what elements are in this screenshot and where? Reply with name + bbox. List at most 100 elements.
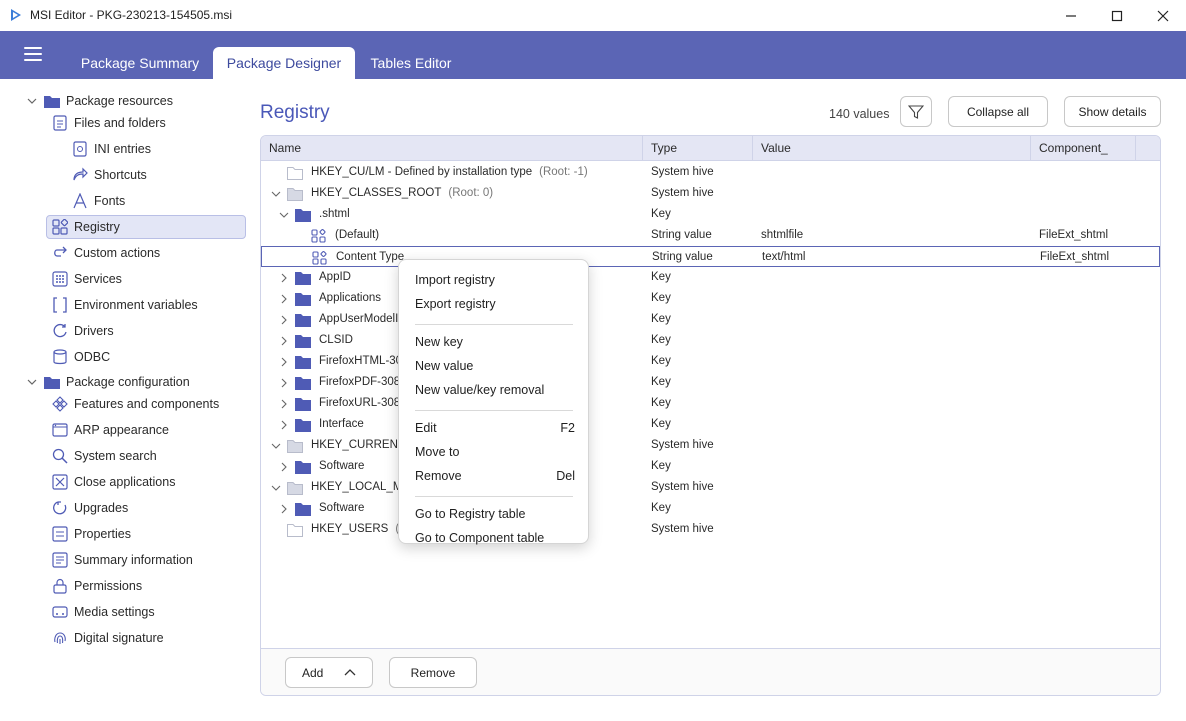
table-row[interactable]: Content Type String value text/html FileExt…	[261, 246, 1160, 267]
menu-item-export-registry[interactable]: Export registry	[415, 294, 575, 314]
close-button[interactable]	[1140, 0, 1186, 31]
cell-component	[1039, 477, 1144, 498]
sidebar-item-shortcuts[interactable]: Shortcuts	[72, 163, 147, 187]
table-row[interactable]: (Default) String value shtmlfile FileExt_sh…	[261, 225, 1160, 246]
column-header-component[interactable]: Component_	[1031, 136, 1136, 161]
sidebar-item-services[interactable]: Services	[52, 267, 122, 291]
table-row[interactable]: AppUserModelId Key	[261, 309, 1160, 330]
table-row[interactable]: HKEY_USERS(Root: 3)System hive	[261, 519, 1160, 540]
chevron-down-icon[interactable]	[271, 483, 281, 493]
sidebar-group-package-resources[interactable]: Package resources	[44, 89, 173, 113]
chevron-right-icon[interactable]	[279, 336, 289, 346]
column-header-value[interactable]: Value	[753, 136, 1031, 161]
sidebar-item-upgrades[interactable]: Upgrades	[52, 496, 128, 520]
menu-item-go-to-component-table[interactable]: Go to Component table	[415, 528, 575, 548]
chevron-right-icon[interactable]	[279, 399, 289, 409]
menu-item-import-registry[interactable]: Import registry	[415, 270, 575, 290]
table-row[interactable]: Interface Key	[261, 414, 1160, 435]
minimize-button[interactable]	[1048, 0, 1094, 31]
filter-button[interactable]	[900, 96, 932, 127]
maximize-button[interactable]	[1094, 0, 1140, 31]
ini-icon	[72, 141, 88, 157]
chevron-right-icon[interactable]	[279, 462, 289, 472]
permissions-icon	[52, 578, 68, 594]
sidebar-item-properties[interactable]: Properties	[52, 522, 131, 546]
hamburger-menu-icon[interactable]	[24, 47, 42, 61]
sidebar-item-label: Drivers	[74, 324, 114, 338]
cell-component	[1039, 393, 1144, 414]
menu-item-remove[interactable]: Remove Del	[415, 466, 575, 486]
chevron-right-icon[interactable]	[279, 357, 289, 367]
sidebar-item-features-and-components[interactable]: Features and components	[52, 392, 219, 416]
sidebar-item-drivers[interactable]: Drivers	[52, 319, 114, 343]
menu-item-move-to[interactable]: Move to	[415, 442, 575, 462]
chevron-down-icon[interactable]	[27, 377, 37, 387]
cell-value	[761, 393, 1031, 414]
table-row[interactable]: AppID Key	[261, 267, 1160, 288]
table-row[interactable]: FirefoxURL-308046B0AF4A39CBKey	[261, 393, 1160, 414]
chevron-right-icon[interactable]	[279, 420, 289, 430]
sidebar-item-custom-actions[interactable]: Custom actions	[52, 241, 160, 265]
sidebar-item-digital-signature[interactable]: Digital signature	[52, 626, 164, 650]
chevron-right-icon[interactable]	[279, 504, 289, 514]
key-folder-icon	[295, 377, 311, 390]
table-row[interactable]: Applications Key	[261, 288, 1160, 309]
sidebar-item-close-applications[interactable]: Close applications	[52, 470, 175, 494]
table-row[interactable]: .shtml Key	[261, 204, 1160, 225]
sidebar-group-package-configuration[interactable]: Package configuration	[44, 370, 190, 394]
sidebar-item-system-search[interactable]: System search	[52, 444, 157, 468]
cell-type: String value	[651, 229, 712, 241]
chevron-right-icon[interactable]	[279, 378, 289, 388]
cell-type: Key	[651, 334, 671, 346]
tab-package-designer[interactable]: Package Designer	[213, 47, 355, 79]
sidebar-item-media-settings[interactable]: Media settings	[52, 600, 155, 624]
chevron-down-icon[interactable]	[279, 210, 289, 220]
table-row[interactable]: Software Key	[261, 456, 1160, 477]
tab-package-summary[interactable]: Package Summary	[70, 47, 210, 79]
sidebar-item-registry[interactable]: Registry	[46, 215, 246, 239]
menu-item-label: Edit	[415, 421, 437, 435]
key-folder-icon	[295, 419, 311, 432]
menu-item-edit[interactable]: Edit F2	[415, 418, 575, 438]
menu-item-new-key[interactable]: New key	[415, 332, 575, 352]
collapse-all-button[interactable]: Collapse all	[948, 96, 1048, 127]
cell-component	[1039, 498, 1144, 519]
table-row[interactable]: FirefoxHTML-308046B0AF4A39CBKey	[261, 351, 1160, 372]
column-header-name[interactable]: Name	[261, 136, 643, 161]
cell-value	[761, 267, 1031, 288]
sidebar-item-ini-entries[interactable]: INI entries	[72, 137, 151, 161]
menu-item-go-to-registry-table[interactable]: Go to Registry table	[415, 504, 575, 524]
sidebar-item-summary-information[interactable]: Summary information	[52, 548, 193, 572]
chevron-down-icon[interactable]	[271, 441, 281, 451]
tab-tables-editor[interactable]: Tables Editor	[360, 47, 462, 79]
grid-header: Name Type Value Component_	[261, 136, 1160, 161]
table-row[interactable]: HKEY_CU/LM - Defined by installation typ…	[261, 162, 1160, 183]
sidebar-item-permissions[interactable]: Permissions	[52, 574, 142, 598]
sidebar-item-fonts[interactable]: Fonts	[72, 189, 125, 213]
hive-folder-icon	[287, 188, 303, 201]
sidebar-item-environment-variables[interactable]: Environment variables	[52, 293, 198, 317]
remove-button[interactable]: Remove	[389, 657, 477, 688]
sidebar-item-files-and-folders[interactable]: Files and folders	[52, 111, 166, 135]
table-row[interactable]: Software Key	[261, 498, 1160, 519]
column-header-type[interactable]: Type	[643, 136, 753, 161]
show-details-button[interactable]: Show details	[1064, 96, 1161, 127]
menu-item-new-value[interactable]: New value	[415, 356, 575, 376]
table-row[interactable]: CLSID Key	[261, 330, 1160, 351]
table-row[interactable]: FirefoxPDF-308046B0AF4A39CBKey	[261, 372, 1160, 393]
table-row[interactable]: HKEY_CURRENT_USER System hive	[261, 435, 1160, 456]
chevron-down-icon[interactable]	[271, 189, 281, 199]
chevron-right-icon[interactable]	[279, 315, 289, 325]
cell-component	[1039, 267, 1144, 288]
table-row[interactable]: HKEY_LOCAL_MACHINE System hive	[261, 477, 1160, 498]
chevron-right-icon[interactable]	[279, 294, 289, 304]
menu-item-new-value-key-removal[interactable]: New value/key removal	[415, 380, 575, 400]
sidebar-item-odbc[interactable]: ODBC	[52, 345, 110, 369]
table-row[interactable]: HKEY_CLASSES_ROOT (Root: 0) System hive	[261, 183, 1160, 204]
cell-root-info: (Root: -1)	[539, 166, 588, 178]
sidebar-item-arp-appearance[interactable]: ARP appearance	[52, 418, 169, 442]
chevron-down-icon[interactable]	[27, 96, 37, 106]
chevron-right-icon[interactable]	[279, 273, 289, 283]
sidebar-item-label: Permissions	[74, 579, 143, 593]
add-button[interactable]: Add	[285, 657, 373, 688]
